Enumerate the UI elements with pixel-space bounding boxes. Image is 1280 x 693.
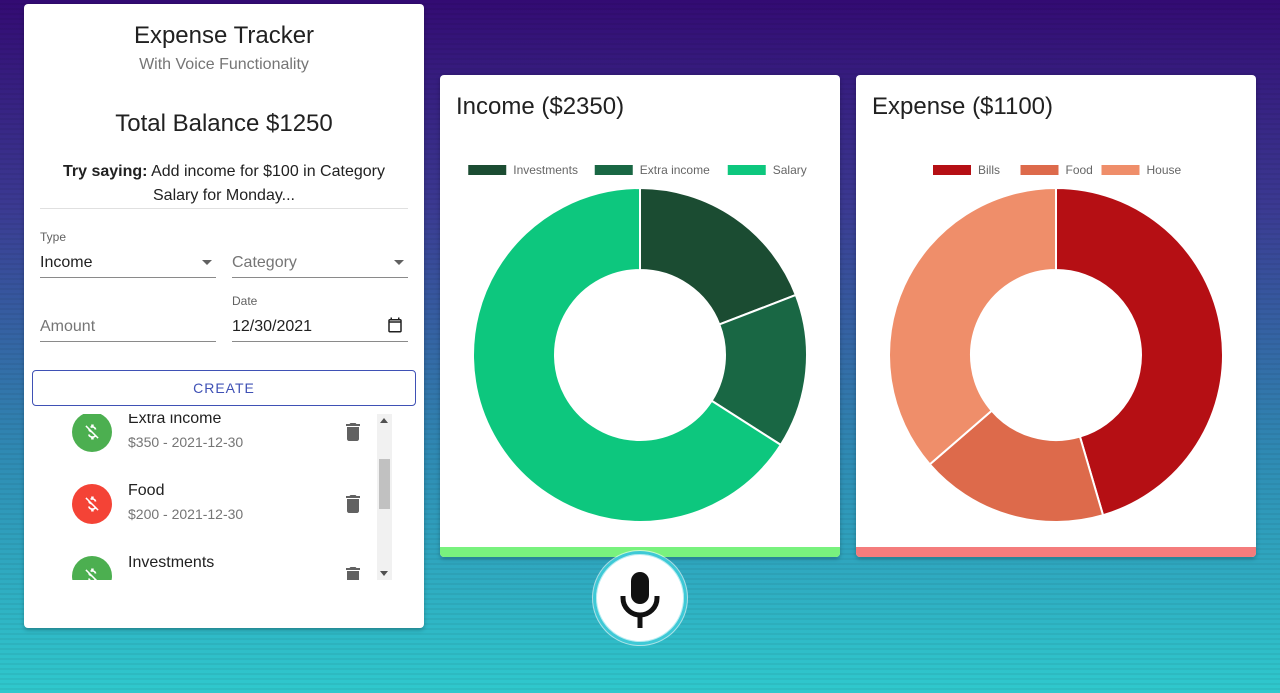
list-item[interactable]: Investments — [40, 554, 380, 580]
transaction-list: Extra income $350 - 2021-12-30 Food $200… — [40, 414, 392, 580]
voice-hint-text: Add income for $100 in Category Salary f… — [147, 163, 385, 204]
transaction-title: Investments — [128, 554, 215, 571]
type-value: Income — [40, 254, 93, 271]
avatar — [72, 414, 112, 452]
slice-house[interactable] — [888, 186, 1057, 466]
legend-label[interactable]: House — [1147, 163, 1182, 177]
legend-swatch[interactable] — [594, 165, 633, 175]
date-input[interactable]: Date 12/30/2021 — [232, 294, 408, 342]
scroll-down-arrow[interactable] — [380, 571, 388, 576]
scroll-up-arrow[interactable] — [380, 418, 388, 423]
voice-hint: Try saying: Add income for $100 in Categ… — [54, 160, 394, 208]
delete-icon[interactable] — [341, 564, 365, 580]
chart-legend: Investments Extra income Salary — [468, 163, 807, 177]
chart-legend: Bills Food House — [933, 163, 1182, 177]
money-off-icon — [85, 568, 98, 580]
app-title: Expense Tracker — [133, 22, 315, 49]
voice-mic-button[interactable] — [593, 551, 687, 645]
amount-underline — [40, 341, 216, 342]
transaction-subtitle: $200 - 2021-12-30 — [128, 506, 244, 522]
expense-form-card: Expense Tracker With Voice Functionality… — [24, 4, 424, 628]
avatar — [72, 484, 112, 524]
amount-placeholder: Amount — [40, 318, 96, 335]
transaction-title: Extra income — [128, 414, 222, 427]
caret-down-icon — [394, 260, 404, 265]
legend-swatch[interactable] — [1101, 165, 1140, 175]
avatar — [72, 556, 112, 580]
calendar-icon[interactable] — [386, 316, 404, 334]
list-item[interactable]: Extra income $350 - 2021-12-30 — [40, 414, 380, 472]
divider — [40, 208, 408, 209]
legend-swatch[interactable] — [933, 165, 971, 175]
expense-card-bar — [856, 547, 1256, 557]
delete-icon[interactable] — [341, 420, 365, 444]
caret-down-icon — [202, 260, 212, 265]
money-off-icon — [85, 424, 99, 440]
delete-icon[interactable] — [341, 492, 365, 516]
expense-doughnut-chart: Bills Food House — [888, 163, 1224, 523]
legend-swatch[interactable] — [1020, 165, 1059, 175]
income-doughnut-chart: Investments Extra income Salary — [468, 163, 808, 523]
legend-label[interactable]: Extra income — [640, 163, 710, 177]
money-off-icon — [85, 496, 99, 512]
total-balance: Total Balance $1250 — [115, 110, 333, 137]
date-underline — [232, 341, 408, 342]
income-card: Income ($2350) Investments Extra income Sa… — [440, 75, 840, 557]
type-label: Type — [40, 230, 67, 244]
voice-hint-prefix: Try saying: — [63, 163, 148, 180]
legend-swatch[interactable] — [468, 165, 507, 175]
amount-input[interactable]: Amount — [40, 294, 216, 342]
legend-label[interactable]: Salary — [773, 163, 807, 177]
list-scrollbar[interactable] — [377, 414, 392, 580]
mic-icon — [620, 572, 660, 628]
category-placeholder: Category — [232, 254, 297, 271]
type-select[interactable]: Type Income — [40, 230, 216, 278]
legend-label[interactable]: Bills — [978, 163, 1000, 177]
transaction-title: Food — [128, 482, 165, 499]
scroll-thumb[interactable] — [379, 459, 390, 509]
date-label: Date — [232, 294, 258, 308]
legend-label[interactable]: Investments — [513, 163, 578, 177]
app-subtitle: With Voice Functionality — [139, 56, 309, 73]
expense-card: Expense ($1100) Bills Food House — [856, 75, 1256, 557]
create-button[interactable]: CREATE — [32, 370, 416, 406]
legend-label[interactable]: Food — [1066, 163, 1093, 177]
legend-swatch[interactable] — [727, 165, 766, 175]
category-underline — [232, 277, 408, 278]
date-value: 12/30/2021 — [232, 318, 313, 335]
type-underline — [40, 277, 216, 278]
list-item[interactable]: Food $200 - 2021-12-30 — [40, 482, 380, 544]
transaction-subtitle: $350 - 2021-12-30 — [128, 434, 244, 450]
category-select[interactable]: Category — [232, 230, 408, 278]
